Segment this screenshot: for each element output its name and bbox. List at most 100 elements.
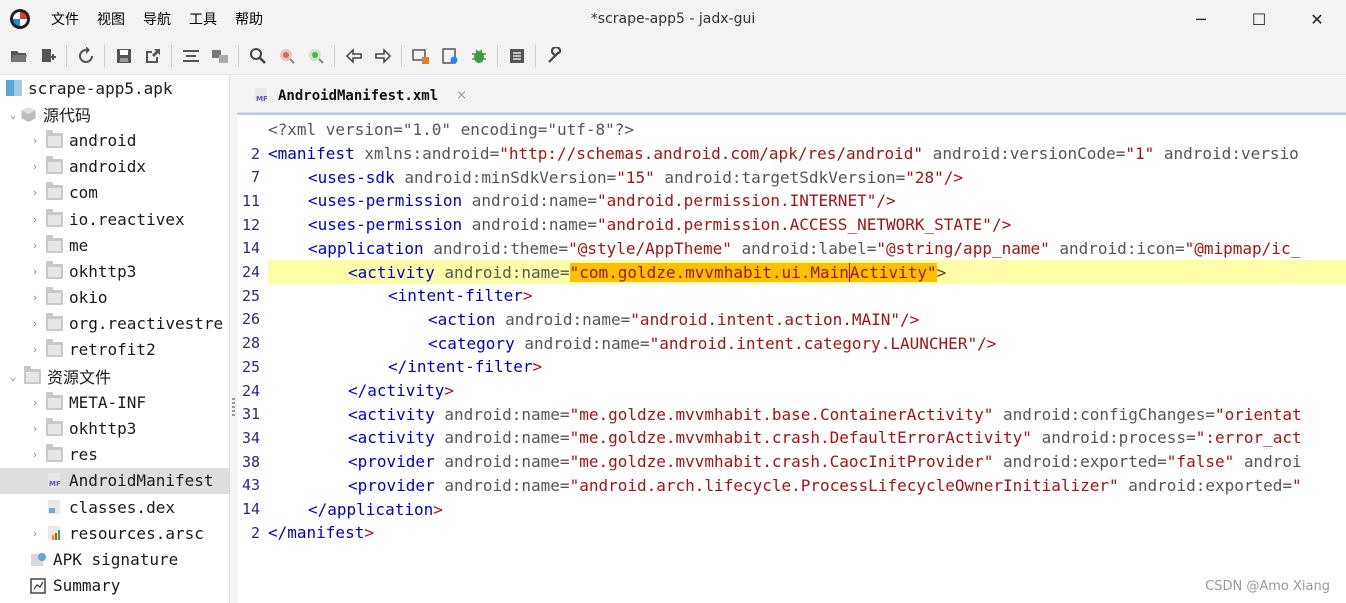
chevron-down-icon[interactable]: ⌄ [6,369,20,383]
menu-view[interactable]: 视图 [88,9,134,29]
menu-help[interactable]: 帮助 [226,9,272,29]
splitter-grip-icon[interactable] [232,398,235,418]
find-usage-icon[interactable] [303,44,328,69]
tree-package-me[interactable]: › me [0,232,229,258]
xml-value: "me.goldze.mvvmhabit.crash.CaocInitProvi… [569,452,994,472]
tree-res-meta-inf[interactable]: › META-INF [0,389,229,415]
tab-androidmanifest[interactable]: MF AndroidManifest.xml × [245,79,485,112]
tree-file-classes-dex[interactable]: classes.dex [0,494,229,520]
tree-summary[interactable]: Summary [0,573,229,599]
chevron-right-icon[interactable]: › [28,238,42,252]
tree-file-resources-arsc[interactable]: › resources.arsc [0,520,229,546]
line-number: 25 [241,357,260,376]
tree-item-label: android [69,130,137,150]
folder-icon [46,444,63,463]
tree-res-okhttp3[interactable]: › okhttp3 [0,415,229,441]
xml-tag: <provider [348,452,435,472]
sync-tree-icon[interactable] [207,44,232,69]
tree-item-label: 资源文件 [47,368,112,388]
code-editor[interactable]: <?xml version="1.0" encoding="utf-8"?> 2… [237,113,1346,603]
tree-res-res[interactable]: › res [0,442,229,468]
tree-package-org-reactivestreams[interactable]: › org.reactivestre [0,311,229,337]
back-icon[interactable] [341,44,366,69]
code-line: 26 <action android:name= "android.intent.a… [237,308,1346,332]
chevron-down-icon[interactable]: ⌄ [6,107,20,121]
menu-navigation[interactable]: 导航 [134,9,180,29]
log-icon[interactable] [504,44,529,69]
chevron-right-icon[interactable]: › [28,133,42,147]
tree-source-node[interactable]: ⌄ 源代码 [0,101,229,127]
code-line: 38 <provider android:name= "me.goldze.mvvm… [237,450,1346,474]
chevron-right-icon[interactable]: › [28,526,42,540]
chevron-right-icon[interactable]: › [28,212,42,226]
tree-item-label: androidx [69,157,147,177]
debug-icon[interactable] [466,44,491,69]
find-class-icon[interactable] [274,44,299,69]
xml-tag-end: > [364,523,374,543]
tree-package-androidx[interactable]: › androidx [0,154,229,180]
xml-value: "android.permission.ACCESS_NETWORK_STATE… [596,215,992,235]
manifest-file-icon: MF [253,87,270,104]
chevron-right-icon[interactable]: › [28,448,42,462]
maximize-button[interactable]: ☐ [1230,0,1288,38]
preferences-icon[interactable] [542,44,567,69]
add-files-icon[interactable] [35,44,60,69]
tree-package-android[interactable]: › android [0,127,229,153]
tree-package-retrofit2[interactable]: › retrofit2 [0,337,229,363]
menu-file[interactable]: 文件 [42,9,88,29]
open-file-icon[interactable] [6,44,31,69]
xml-value: "me.goldze.mvvmhabit.crash.DefaultErrorA… [569,428,1032,448]
chevron-right-icon[interactable]: › [28,186,42,200]
tree-item-label: res [69,445,98,465]
xml-tag-end: /> [900,309,920,329]
minimize-button[interactable]: ─ [1172,0,1230,38]
arsc-file-icon [46,525,63,542]
panel-splitter[interactable] [229,75,237,603]
summary-icon [30,577,47,594]
xml-attr: android:name= [434,262,570,282]
tab-label: AndroidManifest.xml [278,87,439,104]
tree-item-label: okio [69,288,108,308]
xml-tag: <uses-sdk [308,167,395,187]
tree-package-com[interactable]: › com [0,180,229,206]
tab-close-icon[interactable]: × [456,88,467,103]
chevron-right-icon[interactable]: › [28,160,42,174]
chevron-right-icon[interactable]: › [28,291,42,305]
deobfuscation-icon[interactable] [408,44,433,69]
tree-root-apk[interactable]: scrape-app5.apk [0,75,229,101]
tree-package-okio[interactable]: › okio [0,285,229,311]
tree-file-androidmanifest[interactable]: MF AndroidManifest [0,467,229,494]
menu-tools[interactable]: 工具 [180,9,226,29]
folder-icon [46,287,63,306]
chevron-right-icon[interactable]: › [28,317,42,331]
xml-value: "android.permission.INTERNET" [596,191,877,211]
line-number: 12 [241,215,260,234]
chevron-right-icon[interactable]: › [28,264,42,278]
xml-attr: android:configChanges= [993,404,1215,424]
tree-package-okhttp3[interactable]: › okhttp3 [0,258,229,284]
close-button[interactable]: ✕ [1288,0,1346,38]
xml-attr: android:versio [1154,144,1299,164]
chevron-right-icon[interactable]: › [28,343,42,357]
quark-icon[interactable] [437,44,462,69]
manifest-file-icon: MF [46,472,63,489]
export-icon[interactable] [140,44,165,69]
tree-apk-signature[interactable]: APK signature [0,546,229,572]
chevron-right-icon[interactable]: › [28,422,42,436]
tree-resources-node[interactable]: ⌄ 资源文件 [0,363,229,389]
code-line: <?xml version="1.0" encoding="utf-8"?> [237,118,1346,142]
tree-package-io-reactivex[interactable]: › io.reactivex [0,206,229,232]
sync-icon[interactable] [73,44,98,69]
forward-icon[interactable] [370,44,395,69]
xml-tag: <provider [348,475,435,495]
search-icon[interactable] [245,44,270,69]
apk-icon [6,80,22,97]
code-line: 34 <activity android:name= "me.goldze.mvvm… [237,426,1346,450]
flatten-packages-icon[interactable] [178,44,203,69]
chevron-right-icon[interactable]: › [28,395,42,409]
xml-tag: <manifest [268,144,355,164]
code-line: 43 <provider android:name= "android.arch.l… [237,474,1346,498]
save-icon[interactable] [111,44,136,69]
resources-folder-icon [24,365,41,384]
xml-attr: android:exported= [993,452,1167,472]
